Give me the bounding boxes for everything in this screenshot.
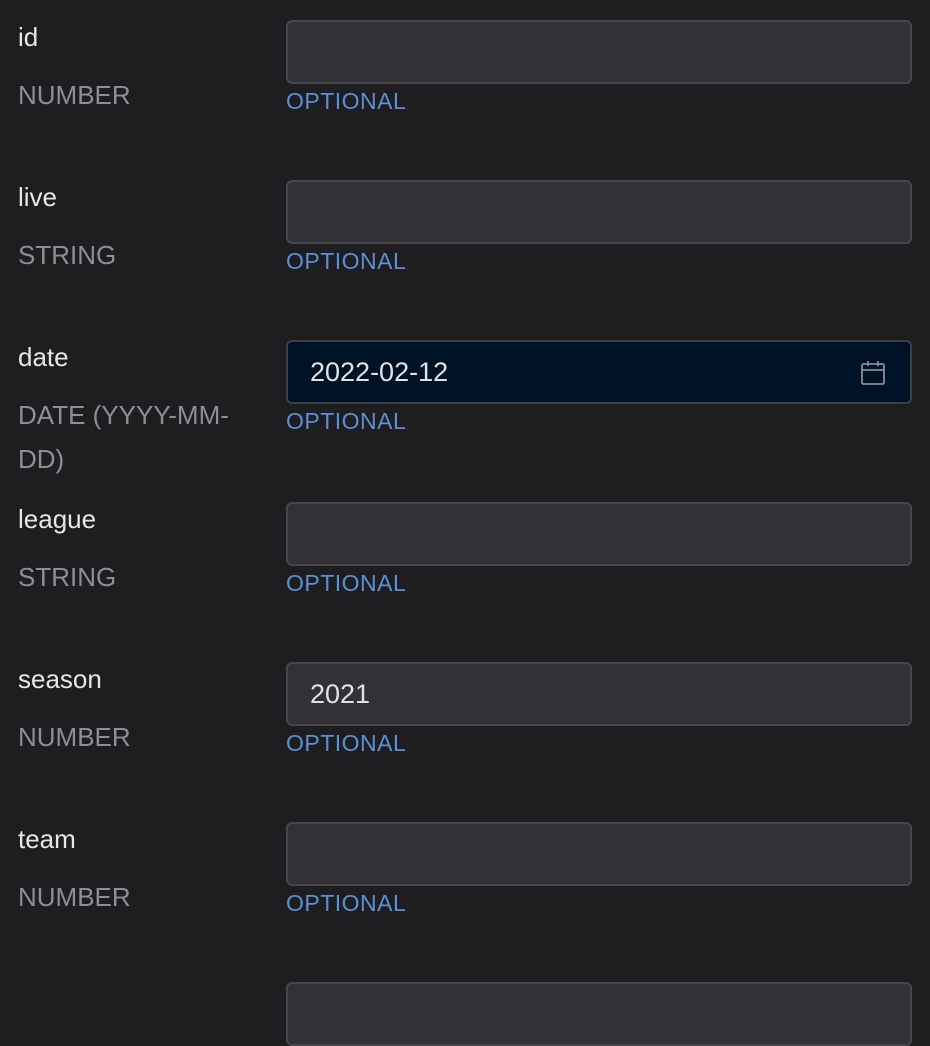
- param-name: league: [18, 504, 97, 534]
- season-input[interactable]: 2021: [286, 662, 912, 726]
- param-type: NUMBER: [18, 882, 131, 912]
- param-name: id: [18, 22, 39, 52]
- param-type: STRING: [18, 240, 117, 270]
- optional-label: OPTIONAL: [286, 570, 407, 596]
- id-input[interactable]: [286, 20, 912, 84]
- optional-label: OPTIONAL: [286, 88, 407, 114]
- param-type: NUMBER: [18, 722, 131, 752]
- param-name: date: [18, 342, 69, 372]
- input-value: 2021: [310, 678, 371, 709]
- param-type: NUMBER: [18, 80, 131, 110]
- optional-label: OPTIONAL: [286, 248, 407, 274]
- optional-label: OPTIONAL: [286, 890, 407, 916]
- date-input[interactable]: 2022-02-12: [286, 340, 912, 404]
- next-field-input[interactable]: [286, 982, 912, 1046]
- team-input[interactable]: [286, 822, 912, 886]
- input-value: 2022-02-12: [310, 356, 449, 387]
- calendar-icon[interactable]: [860, 360, 886, 386]
- optional-label: OPTIONAL: [286, 408, 407, 434]
- param-type: DATE (YYYY-MM-DD): [18, 400, 229, 474]
- param-name: team: [18, 824, 76, 854]
- param-name: live: [18, 182, 58, 212]
- param-type: STRING: [18, 562, 117, 592]
- param-name: season: [18, 664, 102, 694]
- optional-label: OPTIONAL: [286, 730, 407, 756]
- league-input[interactable]: [286, 502, 912, 566]
- live-input[interactable]: [286, 180, 912, 244]
